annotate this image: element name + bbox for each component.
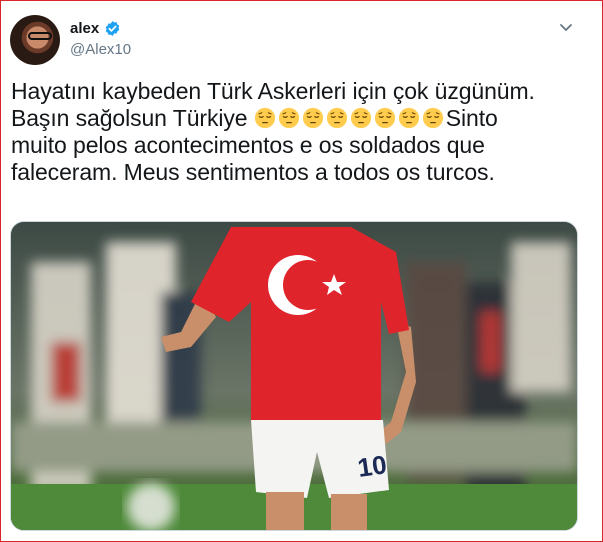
avatar[interactable]: [10, 15, 60, 65]
pensive-face-icon: [422, 107, 443, 129]
pensive-face-icon: [374, 107, 395, 129]
emoji-row: [254, 105, 446, 131]
chevron-down-icon[interactable]: [558, 19, 574, 35]
user-handle[interactable]: @Alex10: [70, 41, 131, 58]
tweet-text-line-3: muito pelos acontecimentos e os soldados…: [11, 132, 485, 158]
tweet-text-line-2-end: Sinto: [445, 105, 498, 131]
tweet-text-line-2-start: Başın sağolsun Türkiye: [11, 105, 254, 131]
pensive-face-icon: [326, 107, 347, 129]
tweet-text-line-4: faleceram. Meus sentimentos a todos os t…: [11, 159, 495, 185]
pensive-face-icon: [254, 107, 275, 129]
display-name[interactable]: alex: [70, 20, 99, 37]
pensive-face-icon: [398, 107, 419, 129]
tweet-card: alex @Alex10 Hayatını kaybeden Türk Aske…: [0, 0, 603, 542]
verified-badge-icon: [105, 21, 120, 36]
avatar-glasses: [28, 32, 52, 40]
tweet-media-photo[interactable]: 10: [10, 221, 578, 531]
player-photo: 10: [11, 222, 577, 530]
pensive-face-icon: [278, 107, 299, 129]
pensive-face-icon: [350, 107, 371, 129]
tweet-text-line-1: Hayatını kaybeden Türk Askerleri için ço…: [11, 78, 535, 104]
tweet-text: Hayatını kaybeden Türk Askerleri için ço…: [11, 78, 586, 186]
author-name-row: alex: [70, 20, 121, 37]
pensive-face-icon: [302, 107, 323, 129]
jersey-number: 10: [356, 449, 389, 483]
